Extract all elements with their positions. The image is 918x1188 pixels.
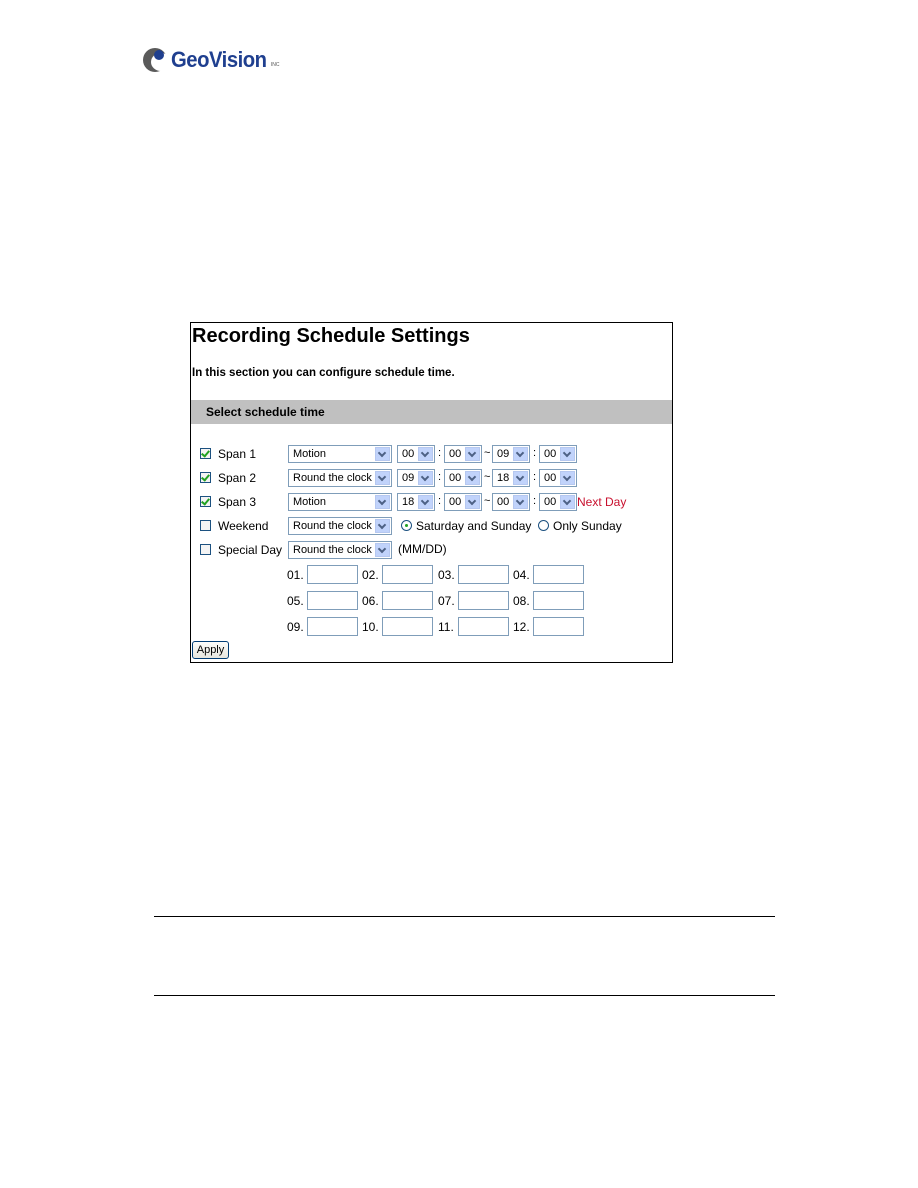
special-date-input[interactable] [382, 591, 433, 610]
chevron-down-icon [375, 495, 390, 509]
span-2-label: Span 2 [218, 471, 257, 485]
special-date-input[interactable] [382, 617, 433, 636]
span-3-end-min-select[interactable]: 00 [539, 493, 577, 511]
span-2-end-min-select[interactable]: 00 [539, 469, 577, 487]
only-sunday-radio[interactable] [538, 520, 549, 531]
span-row-2: Span 2 Round the clock 09 : 00 ~ 18 : 00 [191, 468, 672, 488]
range-separator: ~ [484, 495, 491, 507]
span-1-checkbox[interactable] [200, 448, 211, 459]
date-format-hint: (MM/DD) [398, 542, 447, 556]
span-3-checkbox[interactable] [200, 496, 211, 507]
special-date-input[interactable] [458, 591, 509, 610]
weekend-checkbox[interactable] [200, 520, 211, 531]
note-bottom-divider [154, 995, 775, 996]
chevron-down-icon [375, 519, 390, 533]
special-date-input[interactable] [307, 591, 358, 610]
span-3-end-hour-select[interactable]: 00 [492, 493, 530, 511]
section-header-label: Select schedule time [206, 405, 325, 419]
chevron-down-icon [375, 447, 390, 461]
span-2-checkbox[interactable] [200, 472, 211, 483]
span-2-mode-select[interactable]: Round the clock [288, 469, 392, 487]
chevron-down-icon [465, 471, 480, 485]
span-1-label: Span 1 [218, 447, 257, 461]
span-1-end-hour-select[interactable]: 09 [492, 445, 530, 463]
span-3-start-min-select[interactable]: 00 [444, 493, 482, 511]
geovision-logo: GeoVision INC [143, 44, 280, 76]
special-date-input[interactable] [458, 565, 509, 584]
time-separator: : [533, 447, 537, 459]
span-2-end-hour-select[interactable]: 18 [492, 469, 530, 487]
special-day-checkbox[interactable] [200, 544, 211, 555]
range-separator: ~ [484, 471, 491, 483]
chevron-down-icon [513, 471, 528, 485]
chevron-down-icon [560, 447, 575, 461]
chevron-down-icon [465, 495, 480, 509]
note-top-divider [154, 916, 775, 917]
span-3-mode-select[interactable]: Motion [288, 493, 392, 511]
span-2-start-hour-select[interactable]: 09 [397, 469, 435, 487]
special-date-input[interactable] [307, 617, 358, 636]
chevron-down-icon [465, 447, 480, 461]
chevron-down-icon [418, 447, 433, 461]
weekend-mode-select[interactable]: Round the clock [288, 517, 392, 535]
apply-button[interactable]: Apply [192, 641, 229, 659]
time-separator: : [533, 471, 537, 483]
chevron-down-icon [418, 495, 433, 509]
page-title: Recording Schedule Settings [192, 325, 470, 347]
recording-schedule-panel: Recording Schedule Settings In this sect… [190, 322, 673, 663]
special-date-input[interactable] [382, 565, 433, 584]
brand-tm: INC [270, 62, 280, 68]
special-date-input[interactable] [307, 565, 358, 584]
weekend-row: Weekend Round the clock Saturday and Sun… [191, 516, 672, 536]
time-separator: : [438, 471, 442, 483]
chevron-down-icon [513, 447, 528, 461]
chevron-down-icon [560, 495, 575, 509]
chevron-down-icon [375, 543, 390, 557]
brand-name: GeoVision [171, 47, 267, 72]
page-description: In this section you can configure schedu… [192, 367, 455, 379]
special-date-input[interactable] [533, 617, 584, 636]
time-separator: : [438, 447, 442, 459]
span-1-start-min-select[interactable]: 00 [444, 445, 482, 463]
chevron-down-icon [513, 495, 528, 509]
special-date-input[interactable] [533, 591, 584, 610]
saturday-and-sunday-radio[interactable] [401, 520, 412, 531]
section-header: Select schedule time [191, 400, 672, 424]
span-1-mode-select[interactable]: Motion [288, 445, 392, 463]
saturday-and-sunday-label: Saturday and Sunday [416, 519, 532, 533]
time-separator: : [438, 495, 442, 507]
span-row-3: Span 3 Motion 18 : 00 ~ 00 : 00 Next Day [191, 492, 672, 512]
span-row-1: Span 1 Motion 00 : 00 ~ 09 : 00 [191, 444, 672, 464]
chevron-down-icon [418, 471, 433, 485]
range-separator: ~ [484, 447, 491, 459]
chevron-down-icon [375, 471, 390, 485]
weekend-label: Weekend [218, 519, 269, 533]
span-2-start-min-select[interactable]: 00 [444, 469, 482, 487]
special-date-input[interactable] [533, 565, 584, 584]
span-3-label: Span 3 [218, 495, 257, 509]
only-sunday-label: Only Sunday [553, 519, 622, 533]
span-1-end-min-select[interactable]: 00 [539, 445, 577, 463]
special-day-row: Special Day Round the clock (MM/DD) [191, 540, 672, 560]
chevron-down-icon [560, 471, 575, 485]
span-3-start-hour-select[interactable]: 18 [397, 493, 435, 511]
next-day-note: Next Day [577, 495, 627, 509]
special-day-label: Special Day [218, 543, 283, 557]
time-separator: : [533, 495, 537, 507]
geovision-logo-icon [143, 47, 171, 73]
special-date-input[interactable] [458, 617, 509, 636]
span-1-start-hour-select[interactable]: 00 [397, 445, 435, 463]
special-day-mode-select[interactable]: Round the clock [288, 541, 392, 559]
